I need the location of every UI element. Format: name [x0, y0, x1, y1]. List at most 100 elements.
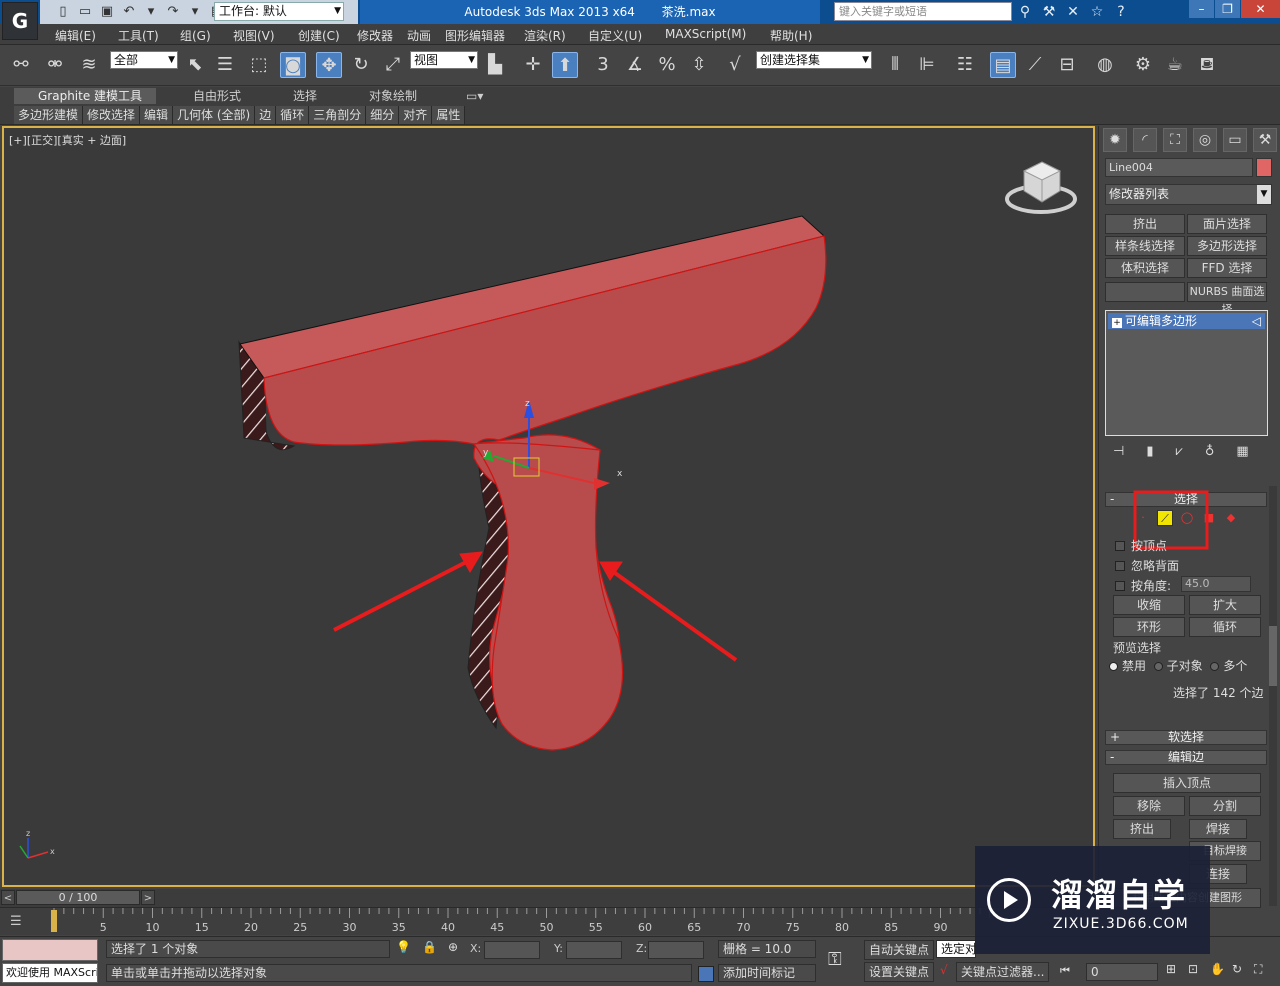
- maximize-viewport-icon[interactable]: ⛶: [1254, 962, 1262, 977]
- weld-button[interactable]: 焊接: [1189, 819, 1247, 839]
- reference-coordinate-dropdown[interactable]: 视图 ▼: [410, 51, 478, 69]
- menu-customize[interactable]: 自定义(U): [588, 27, 642, 44]
- show-end-result-icon[interactable]: ▮: [1146, 444, 1153, 459]
- align-icon[interactable]: ⊫: [914, 52, 940, 78]
- display-tab-icon[interactable]: ▭: [1223, 128, 1247, 152]
- search-input[interactable]: 键入关键字或短语: [834, 2, 1012, 21]
- utilities-tab-icon[interactable]: ⚒: [1253, 128, 1277, 152]
- material-editor-icon[interactable]: ◍: [1092, 52, 1118, 78]
- subscription-icon[interactable]: ⚒: [1040, 4, 1058, 20]
- object-color-swatch[interactable]: [1256, 158, 1272, 177]
- menu-maxscript[interactable]: MAXScript(M): [665, 27, 746, 41]
- modifier-nurbs-surface-select-button[interactable]: NURBS 曲面选择: [1187, 282, 1267, 316]
- stack-item-editable-poly[interactable]: + 可编辑多边形 ◁: [1108, 313, 1265, 329]
- render-setup-icon[interactable]: ⚙: [1130, 52, 1156, 78]
- edit-named-selection-icon[interactable]: √: [722, 52, 748, 78]
- make-unique-icon[interactable]: ⩗: [1175, 444, 1182, 459]
- select-object-icon[interactable]: ⬉: [182, 52, 208, 78]
- mirror-icon[interactable]: ⫴: [882, 52, 908, 78]
- panel-edit[interactable]: 编辑: [140, 106, 174, 124]
- go-to-start-icon[interactable]: ⏮: [1060, 964, 1070, 978]
- tab-graphite-modeling[interactable]: Graphite 建模工具: [14, 88, 157, 104]
- auto-key-button[interactable]: 自动关键点: [864, 940, 935, 960]
- z-coord-field[interactable]: [648, 941, 704, 959]
- new-file-icon[interactable]: ▯: [54, 4, 72, 20]
- modifier-poly-select-button[interactable]: 多边形选择: [1187, 236, 1267, 256]
- select-by-name-icon[interactable]: ☰: [212, 52, 238, 78]
- menu-group[interactable]: 组(G): [180, 27, 211, 44]
- x-coord-field[interactable]: [484, 941, 540, 959]
- angle-snap-icon[interactable]: ∡: [622, 52, 648, 78]
- by-angle-checkbox[interactable]: [1115, 580, 1125, 591]
- by-vertex-checkbox[interactable]: [1115, 540, 1125, 551]
- modifier-list-dropdown[interactable]: 修改器列表 ▼: [1105, 184, 1272, 205]
- favorites-star-icon[interactable]: ☆: [1088, 4, 1106, 20]
- pin-stack-icon[interactable]: ⊣: [1113, 444, 1124, 459]
- app-menu-button[interactable]: G: [2, 2, 38, 40]
- keyboard-shortcut-override-icon[interactable]: ⬆: [552, 52, 578, 78]
- hierarchy-tab-icon[interactable]: ⛶: [1163, 128, 1187, 152]
- set-key-icon[interactable]: ⚿: [828, 949, 842, 970]
- select-move-icon[interactable]: ✥: [316, 52, 342, 78]
- zoom-all-icon[interactable]: ⊡: [1188, 962, 1198, 976]
- selection-lock-icon[interactable]: 🔒: [422, 940, 437, 954]
- modifier-ffd-select-button[interactable]: FFD 选择: [1187, 258, 1267, 278]
- modify-tab-icon[interactable]: ◜: [1133, 128, 1157, 152]
- element-mode-icon[interactable]: ◆: [1223, 510, 1239, 526]
- key-filters-button[interactable]: 关键点过滤器...: [956, 962, 1050, 982]
- pan-view-icon[interactable]: ✋: [1210, 962, 1225, 976]
- layer-manager-icon[interactable]: ☷: [952, 52, 978, 78]
- track-bar[interactable]: ☰ 051015202530354045505560657075808590: [0, 907, 1098, 935]
- object-name-field[interactable]: Line004: [1105, 158, 1253, 177]
- maxscript-listener-swatch[interactable]: [2, 939, 98, 961]
- menu-rendering[interactable]: 渲染(R): [524, 27, 566, 44]
- preview-off-radio[interactable]: [1109, 662, 1118, 671]
- open-file-icon[interactable]: ▭: [76, 4, 94, 20]
- minimize-icon[interactable]: –: [1188, 0, 1214, 18]
- current-frame-field[interactable]: 0: [1086, 963, 1158, 981]
- menu-views[interactable]: 视图(V): [233, 27, 275, 44]
- tab-object-paint[interactable]: 对象绘制: [369, 88, 417, 104]
- panel-properties[interactable]: 属性: [432, 106, 466, 124]
- insert-vertex-button[interactable]: 插入顶点: [1113, 773, 1261, 793]
- edit-edges-rollout-header[interactable]: - 编辑边: [1105, 750, 1267, 765]
- panel-triangulation[interactable]: 三角剖分: [309, 106, 367, 124]
- workspace-dropdown[interactable]: 工作台: 默认 ▼: [214, 2, 344, 21]
- menu-animation[interactable]: 动画: [407, 27, 431, 44]
- percent-snap-icon[interactable]: %: [654, 52, 680, 78]
- set-key-button[interactable]: 设置关键点: [864, 962, 935, 982]
- key-filter-selection-dropdown[interactable]: 选定对: [936, 940, 976, 958]
- save-icon[interactable]: ▣: [98, 4, 116, 20]
- add-time-tag[interactable]: 添加时间标记: [718, 964, 816, 982]
- expand-icon[interactable]: +: [1112, 318, 1122, 328]
- panel-align[interactable]: 对齐: [399, 106, 433, 124]
- help-icon[interactable]: ?: [1112, 4, 1130, 20]
- previous-frame-icon[interactable]: <: [1, 890, 15, 905]
- modifier-empty-button[interactable]: [1105, 282, 1185, 302]
- undo-dropdown-icon[interactable]: ▾: [142, 4, 160, 20]
- angle-spinner[interactable]: 45.0: [1181, 576, 1251, 592]
- communication-icon[interactable]: ✕: [1064, 4, 1082, 20]
- modifier-volume-select-button[interactable]: 体积选择: [1105, 258, 1185, 278]
- tab-freeform[interactable]: 自由形式: [193, 88, 241, 104]
- menu-help[interactable]: 帮助(H): [770, 27, 812, 44]
- select-rotate-icon[interactable]: ↻: [348, 52, 374, 78]
- unlink-icon[interactable]: ⚮: [42, 52, 68, 78]
- panel-geometry-all[interactable]: 几何体 (全部): [173, 106, 256, 124]
- modifier-spline-select-button[interactable]: 样条线选择: [1105, 236, 1185, 256]
- schematic-view-icon[interactable]: ⊟: [1054, 52, 1080, 78]
- current-frame-marker[interactable]: [51, 910, 57, 932]
- motion-tab-icon[interactable]: ◎: [1193, 128, 1217, 152]
- ignore-backfacing-checkbox[interactable]: [1115, 560, 1125, 571]
- configure-sets-icon[interactable]: ▦: [1236, 444, 1248, 459]
- preview-multi-radio[interactable]: [1210, 662, 1220, 671]
- remove-modifier-icon[interactable]: ♁: [1205, 444, 1215, 459]
- absolute-mode-icon[interactable]: ⊕: [448, 940, 458, 954]
- redo-icon[interactable]: ↷: [164, 4, 182, 20]
- restore-icon[interactable]: ❐: [1214, 0, 1240, 18]
- ribbon-options-icon[interactable]: ▭▾: [466, 88, 483, 104]
- pivot-center-icon[interactable]: ▙: [482, 52, 508, 78]
- panel-edges[interactable]: 边: [255, 106, 277, 124]
- panel-loops[interactable]: 循环: [276, 106, 310, 124]
- command-panel-scrollbar[interactable]: [1269, 486, 1277, 906]
